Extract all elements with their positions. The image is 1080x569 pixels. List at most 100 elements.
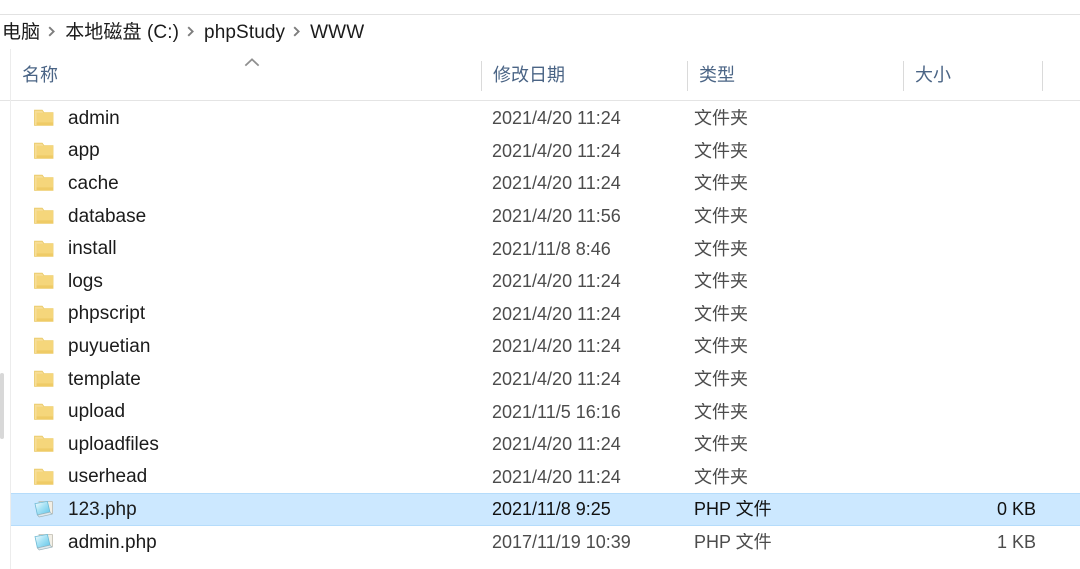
file-row[interactable]: upload 2021/11/5 16:16 文件夹 — [11, 395, 1080, 428]
file-type-cell: 文件夹 — [694, 467, 748, 486]
folder-icon — [33, 467, 55, 487]
file-size-cell: 0 KB — [996, 500, 1036, 519]
file-name-cell[interactable]: install — [33, 239, 117, 259]
folder-icon — [33, 434, 55, 454]
column-divider-1[interactable] — [481, 61, 482, 91]
folder-icon — [33, 271, 55, 291]
file-name-cell[interactable]: admin.php — [33, 532, 157, 552]
file-date-cell: 2021/11/5 16:16 — [492, 402, 621, 421]
file-name-cell[interactable]: template — [33, 369, 141, 389]
file-name-label: phpscript — [68, 303, 146, 324]
column-header-date-label: 修改日期 — [493, 64, 565, 85]
file-type-cell: 文件夹 — [694, 370, 748, 389]
file-date-cell: 2017/11/19 10:39 — [492, 533, 631, 552]
file-name-label: puyuetian — [68, 336, 151, 357]
column-header-date[interactable]: 修改日期 — [493, 49, 687, 100]
file-row[interactable]: uploadfiles 2021/4/20 11:24 文件夹 — [11, 428, 1080, 461]
file-row[interactable]: admin.php 2017/11/19 10:39 PHP 文件 1 KB — [11, 526, 1080, 559]
file-row[interactable]: phpscript 2021/4/20 11:24 文件夹 — [11, 298, 1080, 331]
column-header-name-label: 名称 — [22, 64, 58, 85]
sort-ascending-chevron-up-icon — [244, 57, 260, 67]
file-date-cell: 2021/4/20 11:24 — [492, 304, 621, 323]
file-name-label: 123.php — [68, 499, 137, 520]
file-date-cell: 2021/11/8 9:25 — [492, 500, 611, 519]
file-type-cell: 文件夹 — [694, 272, 748, 291]
file-name-label: app — [68, 140, 100, 161]
file-type-cell: PHP 文件 — [694, 533, 772, 552]
file-name-cell[interactable]: database — [33, 206, 146, 226]
file-row[interactable]: puyuetian 2021/4/20 11:24 文件夹 — [11, 330, 1080, 363]
file-type-cell: PHP 文件 — [694, 500, 772, 519]
file-name-label: cache — [68, 173, 119, 194]
column-header-row: 名称 修改日期 类型 大小 — [0, 49, 1080, 101]
file-name-label: database — [68, 206, 147, 227]
breadcrumb-item-2[interactable]: 本地磁盘 (C:) — [63, 23, 181, 42]
column-divider-4[interactable] — [1042, 61, 1043, 91]
file-name-cell[interactable]: app — [33, 141, 100, 161]
file-name-label: template — [68, 369, 141, 390]
breadcrumb-separator-chevron-right-icon[interactable] — [181, 26, 202, 37]
breadcrumb-item-3[interactable]: phpStudy — [202, 23, 287, 42]
file-row[interactable]: template 2021/4/20 11:24 文件夹 — [11, 363, 1080, 396]
file-name-label: uploadfiles — [68, 434, 159, 455]
file-name-cell[interactable]: uploadfiles — [33, 434, 159, 454]
file-name-cell[interactable]: userhead — [33, 467, 147, 487]
file-type-cell: 文件夹 — [694, 141, 748, 160]
column-divider-2[interactable] — [687, 61, 688, 91]
file-date-cell: 2021/4/20 11:24 — [492, 467, 621, 486]
file-row[interactable]: logs 2021/4/20 11:24 文件夹 — [11, 265, 1080, 298]
file-name-cell[interactable]: cache — [33, 173, 119, 193]
file-name-cell[interactable]: logs — [33, 271, 103, 291]
file-name-label: admin.php — [68, 532, 157, 553]
file-date-cell: 2021/4/20 11:24 — [492, 370, 621, 389]
file-type-cell: 文件夹 — [694, 435, 748, 454]
file-list[interactable]: admin 2021/4/20 11:24 文件夹 app 2021/4/20 11:2… — [11, 102, 1080, 569]
folder-icon — [33, 369, 55, 389]
column-divider-3[interactable] — [903, 61, 904, 91]
column-header-size[interactable]: 大小 — [915, 49, 1042, 100]
file-row[interactable]: userhead 2021/4/20 11:24 文件夹 — [11, 461, 1080, 494]
breadcrumb-item-1[interactable]: 电脑 — [0, 23, 42, 42]
php-file-icon — [33, 532, 55, 552]
folder-icon — [33, 206, 55, 226]
file-date-cell: 2021/4/20 11:24 — [492, 337, 621, 356]
navigation-pane-scrollbar-thumb[interactable] — [0, 373, 4, 439]
file-date-cell: 2021/4/20 11:24 — [492, 141, 621, 160]
file-name-label: admin — [68, 108, 120, 129]
column-header-type-label: 类型 — [699, 64, 735, 85]
file-row[interactable]: admin 2021/4/20 11:24 文件夹 — [11, 102, 1080, 135]
file-name-cell[interactable]: phpscript — [33, 304, 145, 324]
file-date-cell: 2021/11/8 8:46 — [492, 239, 611, 258]
file-name-cell[interactable]: 123.php — [33, 499, 137, 519]
file-date-cell: 2021/4/20 11:24 — [492, 435, 621, 454]
file-row[interactable]: database 2021/4/20 11:56 文件夹 — [11, 200, 1080, 233]
file-name-label: userhead — [68, 466, 148, 487]
file-size-cell: 1 KB — [996, 533, 1036, 552]
navigation-pane-scrollbar[interactable] — [0, 49, 4, 569]
folder-icon — [33, 304, 55, 324]
file-type-cell: 文件夹 — [694, 207, 748, 226]
file-type-cell: 文件夹 — [694, 337, 748, 356]
file-date-cell: 2021/4/20 11:56 — [492, 207, 621, 226]
file-date-cell: 2021/4/20 11:24 — [492, 174, 621, 193]
file-type-cell: 文件夹 — [694, 304, 748, 323]
file-row-selected[interactable]: 123.php 2021/11/8 9:25 PHP 文件 0 KB — [11, 493, 1080, 526]
folder-icon — [33, 108, 55, 128]
file-row[interactable]: cache 2021/4/20 11:24 文件夹 — [11, 167, 1080, 200]
file-explorer-window: 电脑 本地磁盘 (C:) phpStudy WWW 名称 修改日期 类型 大小 adm… — [0, 0, 1080, 569]
column-header-size-label: 大小 — [915, 64, 951, 85]
file-name-cell[interactable]: upload — [33, 402, 125, 422]
breadcrumb-item-4[interactable]: WWW — [308, 23, 366, 42]
breadcrumb[interactable]: 电脑 本地磁盘 (C:) phpStudy WWW — [0, 16, 1080, 49]
file-name-cell[interactable]: puyuetian — [33, 336, 150, 356]
file-row[interactable]: install 2021/11/8 8:46 文件夹 — [11, 232, 1080, 265]
file-date-cell: 2021/4/20 11:24 — [492, 109, 621, 128]
breadcrumb-separator-chevron-right-icon[interactable] — [287, 26, 308, 37]
file-type-cell: 文件夹 — [694, 402, 748, 421]
file-name-label: upload — [68, 401, 126, 422]
column-header-type[interactable]: 类型 — [699, 49, 903, 100]
file-row[interactable]: app 2021/4/20 11:24 文件夹 — [11, 135, 1080, 168]
file-name-label: install — [68, 238, 117, 259]
file-name-cell[interactable]: admin — [33, 108, 120, 128]
breadcrumb-separator-chevron-right-icon[interactable] — [42, 26, 63, 37]
